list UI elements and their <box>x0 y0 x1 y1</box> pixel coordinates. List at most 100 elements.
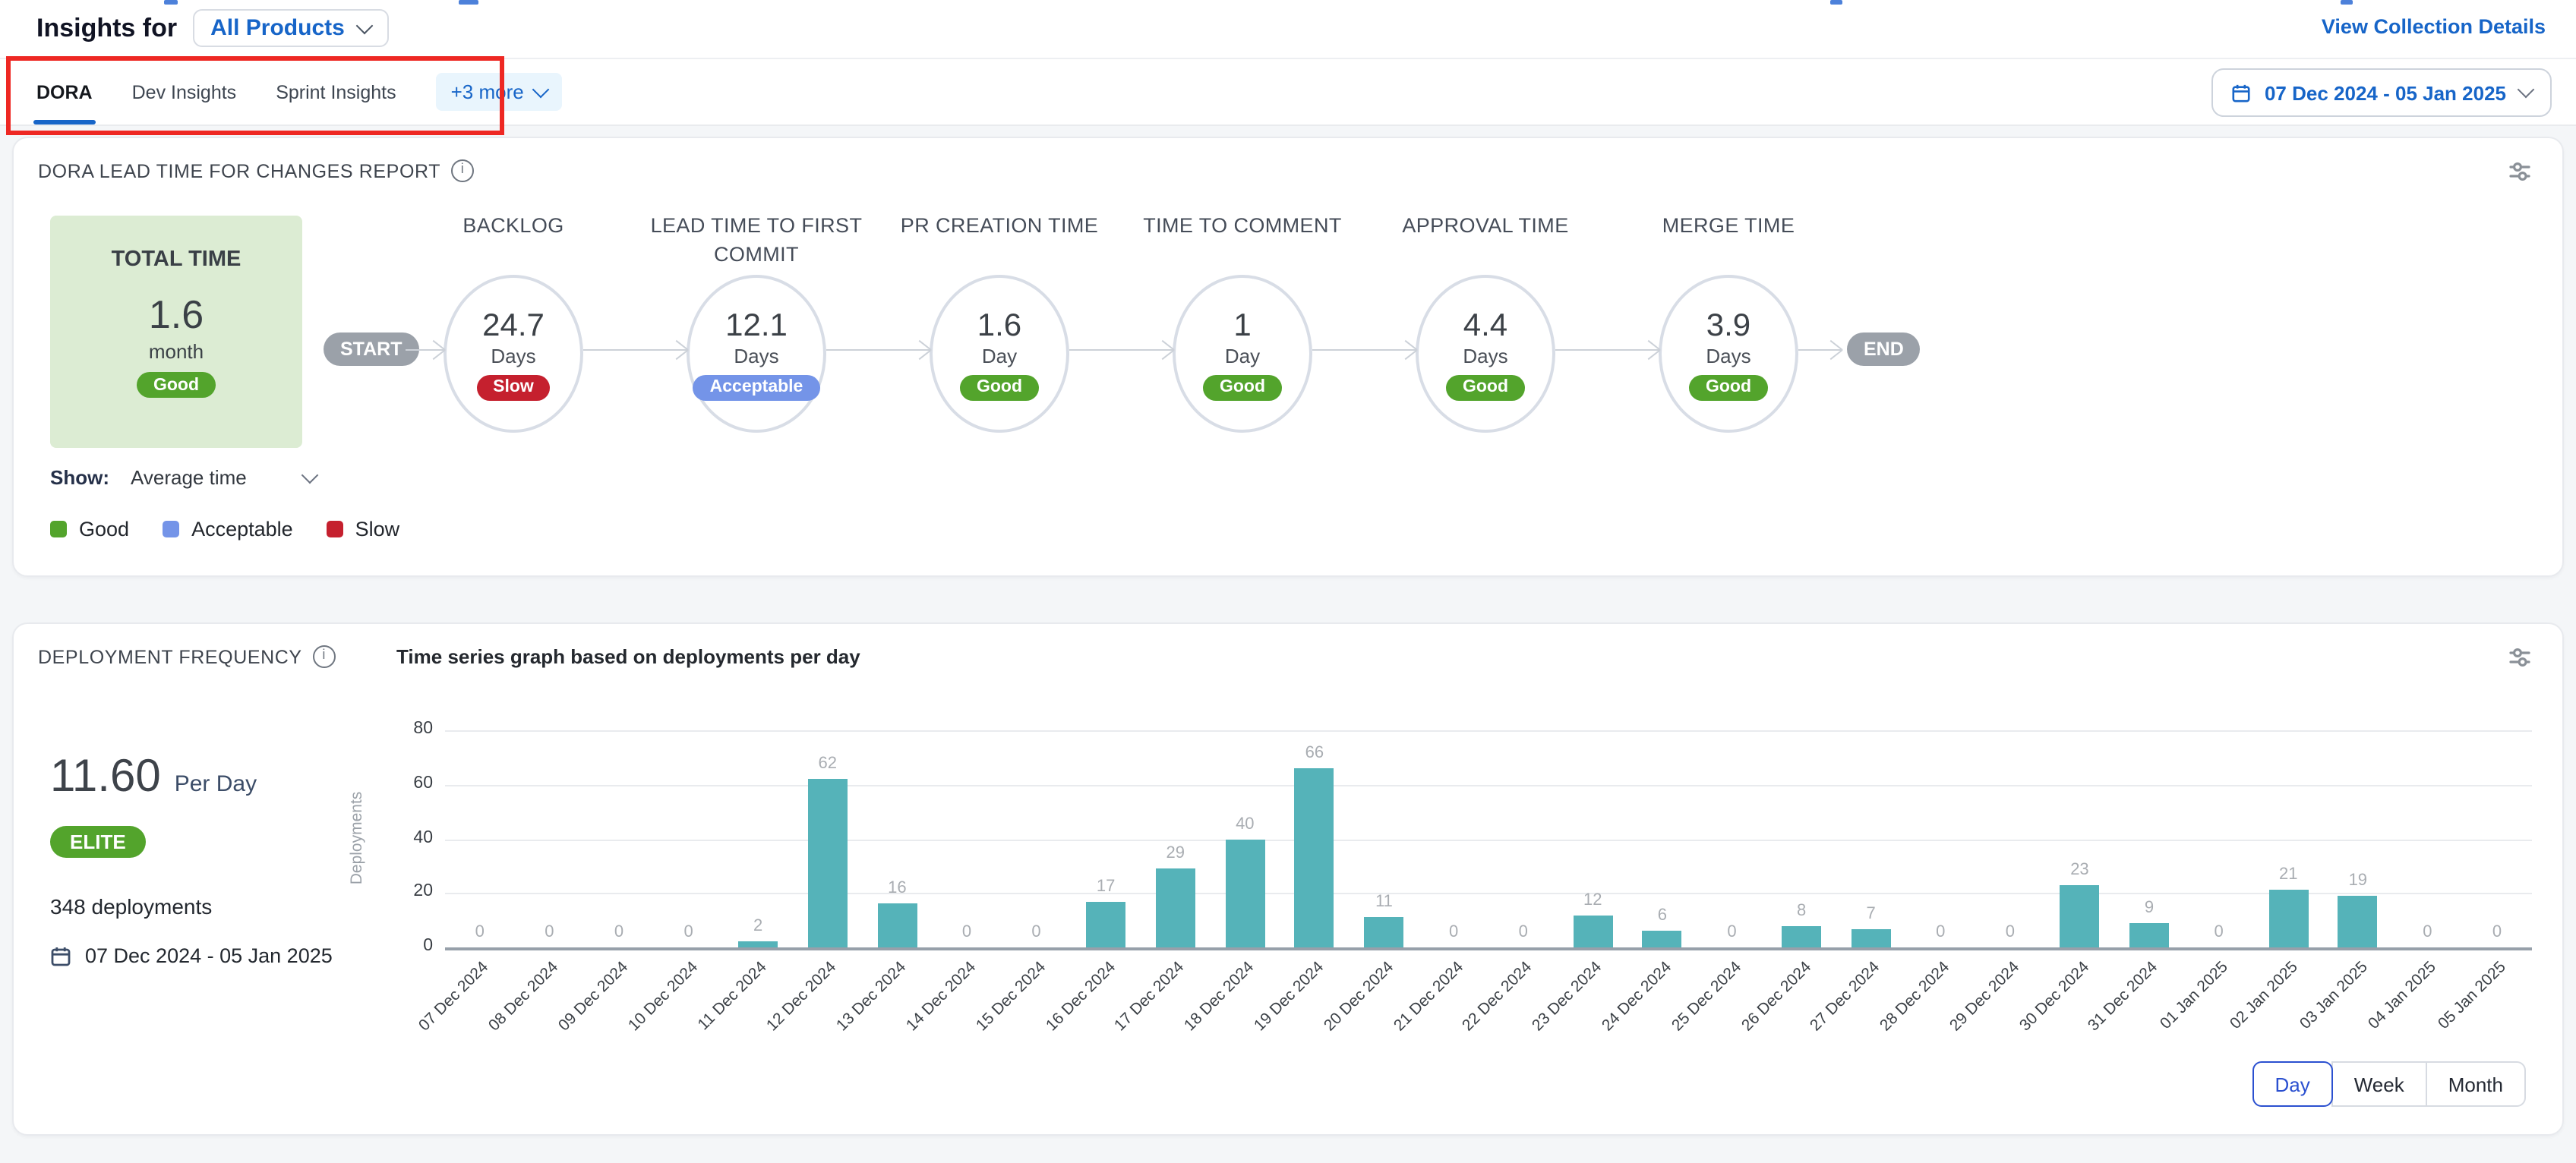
bar-08-dec-2024: 0 <box>515 730 585 947</box>
bar-03-jan-2025: 19 <box>2323 730 2393 947</box>
show-selector-row: Show: Average time <box>50 466 316 489</box>
tab-dora[interactable]: DORA <box>36 59 93 124</box>
deployment-frequency-card: DEPLOYMENT FREQUENCY i Time series graph… <box>12 622 2564 1136</box>
bar-value-label: 0 <box>962 923 971 941</box>
bar-29-dec-2024: 0 <box>1975 730 2045 947</box>
x-tick-label: 07 Dec 2024 <box>416 958 493 1035</box>
deployments-count: 348 deployments <box>50 894 212 919</box>
y-tick-label: 20 <box>413 883 433 901</box>
stage-unit: Days <box>491 344 535 367</box>
show-average-select[interactable]: Average time <box>131 466 316 489</box>
bar <box>1225 839 1264 947</box>
bar <box>1573 915 1612 947</box>
bar <box>808 779 848 947</box>
stage-time-to-comment: TIME TO COMMENT1DayGood <box>1129 211 1356 433</box>
more-tabs-label: +3 more <box>451 80 524 103</box>
flow-arrow <box>1798 349 1841 351</box>
y-axis-ticks: 020406080 <box>384 730 433 947</box>
granularity-day-button[interactable]: Day <box>2252 1061 2332 1107</box>
granularity-month-button[interactable]: Month <box>2426 1061 2526 1107</box>
bar-07-dec-2024: 0 <box>445 730 515 947</box>
deploy-rate: 11.60 Per Day <box>50 752 257 803</box>
bar-24-dec-2024: 6 <box>1627 730 1697 947</box>
stage-value: 24.7 <box>482 307 545 344</box>
stage-badge: Acceptable <box>693 374 820 400</box>
stage-circle: 3.9Days Good <box>1659 275 1798 433</box>
deployment-card-title: DEPLOYMENT FREQUENCY <box>38 646 302 667</box>
legend-item-slow: Slow <box>327 518 400 541</box>
date-range-picker[interactable]: 07 Dec 2024 - 05 Jan 2025 <box>2211 68 2552 117</box>
stage-unit: Days <box>1706 344 1750 367</box>
bar-11-dec-2024: 2 <box>723 730 793 947</box>
bar-21-dec-2024: 0 <box>1419 730 1488 947</box>
bar <box>2268 890 2308 947</box>
bar-value-label: 0 <box>2423 923 2432 941</box>
bar-02-jan-2025: 21 <box>2253 730 2323 947</box>
stage-badge: Good <box>1446 374 1525 400</box>
bar <box>1295 768 1334 947</box>
legend-swatch <box>163 521 179 537</box>
stage-value: 1 <box>1233 307 1251 344</box>
stage-value: 3.9 <box>1706 307 1750 344</box>
stage-unit: Day <box>982 344 1017 367</box>
stage-label: BACKLOG <box>399 211 627 272</box>
stage-merge-time: MERGE TIME3.9DaysGood <box>1615 211 1842 433</box>
stage-label: TIME TO COMMENT <box>1129 211 1356 272</box>
bar-23-dec-2024: 12 <box>1558 730 1628 947</box>
tier-badge: ELITE <box>50 826 146 858</box>
legend-label: Slow <box>355 518 400 541</box>
bar-value-label: 23 <box>2070 861 2089 879</box>
calendar-icon <box>2231 83 2251 102</box>
bar-value-label: 0 <box>475 923 485 941</box>
stage-unit: Days <box>734 344 778 367</box>
bar-30-dec-2024: 23 <box>2045 730 2115 947</box>
stage-badge: Good <box>1689 374 1768 400</box>
legend-item-acceptable: Acceptable <box>163 518 293 541</box>
cutoff-text-artifact <box>2341 0 2353 5</box>
stage-badge: Good <box>960 374 1039 400</box>
bar-20-dec-2024: 11 <box>1350 730 1419 947</box>
view-collection-details-link[interactable]: View Collection Details <box>2322 15 2546 38</box>
bar-value-label: 8 <box>1797 901 1806 919</box>
dashboard-page: Insights for All Products View Collectio… <box>0 0 2576 1163</box>
stage-value: 12.1 <box>725 307 788 344</box>
stage-pr-creation-time: PR CREATION TIME1.6DayGood <box>886 211 1113 433</box>
granularity-week-button[interactable]: Week <box>2331 1061 2427 1107</box>
granularity-toggle: DayWeekMonth <box>2252 1061 2526 1107</box>
bar-value-label: 2 <box>753 918 762 936</box>
more-tabs-button[interactable]: +3 more <box>436 73 562 111</box>
bar-13-dec-2024: 16 <box>863 730 933 947</box>
bar-value-label: 6 <box>1658 907 1667 925</box>
chevron-down-icon <box>2518 81 2535 99</box>
bar-25-dec-2024: 0 <box>1697 730 1767 947</box>
bar <box>877 904 917 947</box>
stage-label: APPROVAL TIME <box>1372 211 1599 272</box>
bar <box>2060 885 2099 947</box>
bar-28-dec-2024: 0 <box>1905 730 1975 947</box>
chevron-down-icon <box>356 17 374 34</box>
flow-arrow <box>1312 349 1416 351</box>
info-icon[interactable]: i <box>313 645 336 668</box>
y-tick-label: 80 <box>413 720 433 738</box>
product-selector[interactable]: All Products <box>192 9 389 47</box>
bar-19-dec-2024: 66 <box>1280 730 1350 947</box>
bar-04-jan-2025: 0 <box>2393 730 2463 947</box>
bar-value-label: 29 <box>1166 844 1185 862</box>
bar-05-jan-2025: 0 <box>2462 730 2532 947</box>
chevron-down-icon <box>532 80 549 98</box>
flow-arrow <box>1555 349 1659 351</box>
bar-value-label: 0 <box>1936 923 1945 941</box>
stage-badge: Good <box>1203 374 1282 400</box>
stage-label: LEAD TIME TO FIRST COMMIT <box>642 211 870 272</box>
tab-sprint-insights[interactable]: Sprint Insights <box>276 59 396 124</box>
bar-22-dec-2024: 0 <box>1488 730 1558 947</box>
cutoff-text-artifact <box>1830 0 1842 5</box>
x-axis-line <box>445 947 2532 950</box>
bar <box>1156 868 1195 947</box>
flow-arrow <box>583 349 687 351</box>
bar <box>1365 918 1404 947</box>
tab-dev-insights[interactable]: Dev Insights <box>132 59 237 124</box>
cutoff-text-artifact <box>164 0 178 5</box>
chart-settings-icon[interactable] <box>2508 645 2532 677</box>
stage-backlog: BACKLOG24.7DaysSlow <box>399 211 627 433</box>
